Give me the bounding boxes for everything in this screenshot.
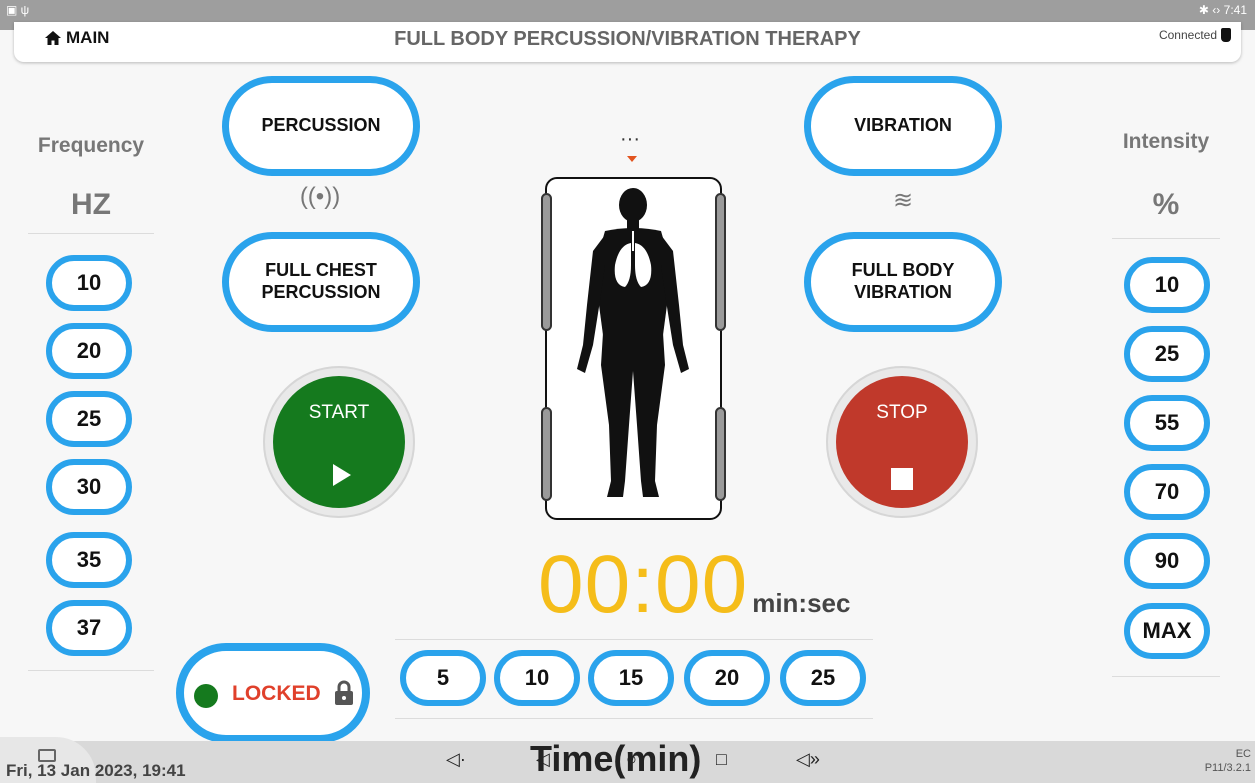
left-upper-pad xyxy=(541,193,552,331)
volume-down-icon[interactable]: ◁· xyxy=(446,749,466,770)
plug-icon xyxy=(1221,28,1231,42)
divider xyxy=(28,670,154,671)
time-min-label: Time(min) xyxy=(530,738,702,779)
stop-button[interactable]: STOP xyxy=(836,376,968,508)
recents-icon[interactable]: □ xyxy=(716,749,727,770)
frequency-title: Frequency xyxy=(37,134,145,157)
full-chest-percussion-button[interactable]: FULL CHEST PERCUSSION xyxy=(222,232,420,332)
intensity-unit: % xyxy=(1152,188,1180,221)
intensity-option-90[interactable]: 90 xyxy=(1124,533,1210,589)
padlock-icon xyxy=(335,680,353,705)
frequency-option-10[interactable]: 10 xyxy=(46,255,132,311)
version-info: EC P11/3.2.1 xyxy=(1205,747,1251,776)
stop-button-wrapper: STOP xyxy=(826,366,978,518)
intensity-title: Intensity xyxy=(1122,130,1210,153)
intensity-option-max[interactable]: MAX xyxy=(1124,603,1210,659)
vibration-icon: ≋ xyxy=(892,187,914,214)
start-button-wrapper: START xyxy=(263,366,415,518)
divider xyxy=(1112,676,1220,677)
frequency-option-20[interactable]: 20 xyxy=(46,323,132,379)
intensity-option-55[interactable]: 55 xyxy=(1124,395,1210,451)
time-option-10[interactable]: 10 xyxy=(494,650,580,706)
lock-label: LOCKED xyxy=(232,682,321,705)
right-upper-pad xyxy=(715,193,726,331)
version-bottom: P11/3.2.1 xyxy=(1204,762,1251,775)
date-time: Fri, 13 Jan 2023, 19:41 xyxy=(6,761,186,780)
divider xyxy=(395,639,873,640)
volume-up-icon[interactable]: ◁» xyxy=(796,749,820,770)
start-button[interactable]: START xyxy=(273,376,405,508)
intensity-option-10[interactable]: 10 xyxy=(1124,257,1210,313)
version-top: EC xyxy=(1235,748,1251,760)
stop-label: STOP xyxy=(876,402,928,423)
vibration-button[interactable]: VIBRATION xyxy=(804,76,1002,176)
timer-unit: min:sec xyxy=(752,588,851,618)
intensity-option-70[interactable]: 70 xyxy=(1124,464,1210,520)
timer-display: 00:00 min:sec xyxy=(538,538,850,632)
connection-status: Connected xyxy=(1159,28,1231,42)
right-lower-pad xyxy=(715,407,726,501)
connection-label: Connected xyxy=(1158,28,1217,42)
time-option-25[interactable]: 25 xyxy=(780,650,866,706)
lock-toggle-button[interactable]: LOCKED xyxy=(176,643,370,743)
lock-status-dot xyxy=(194,684,218,708)
frequency-option-37[interactable]: 37 xyxy=(46,600,132,656)
percussion-button[interactable]: PERCUSSION xyxy=(222,76,420,176)
bluetooth-icon: ✱ ‹› xyxy=(1198,3,1221,17)
status-time: 7:41 xyxy=(1223,3,1247,17)
human-silhouette-icon xyxy=(577,188,689,497)
page-title: FULL BODY PERCUSSION/VIBRATION THERAPY xyxy=(394,28,861,50)
percussion-icon: ((•)) xyxy=(299,183,341,210)
play-icon xyxy=(333,464,351,486)
more-options-icon[interactable]: ··· xyxy=(620,128,640,151)
time-option-5[interactable]: 5 xyxy=(400,650,486,706)
full-body-vibration-button[interactable]: FULL BODY VIBRATION xyxy=(804,232,1002,332)
intensity-option-25[interactable]: 25 xyxy=(1124,326,1210,382)
left-lower-pad xyxy=(541,407,552,501)
time-option-20[interactable]: 20 xyxy=(684,650,770,706)
divider xyxy=(1112,238,1220,239)
time-option-15[interactable]: 15 xyxy=(588,650,674,706)
frequency-option-25[interactable]: 25 xyxy=(46,391,132,447)
body-diagram xyxy=(541,177,726,520)
frequency-unit: HZ xyxy=(71,188,111,221)
status-icons: ▣ ψ xyxy=(6,3,30,17)
caret-down-icon xyxy=(627,156,637,162)
stop-icon xyxy=(891,468,913,490)
start-label: START xyxy=(308,402,370,423)
status-time-area: ✱ ‹› 7:41 xyxy=(1199,3,1247,17)
divider xyxy=(28,233,154,234)
frequency-option-35[interactable]: 35 xyxy=(46,532,132,588)
frequency-option-30[interactable]: 30 xyxy=(46,459,132,515)
header-bar: MAIN FULL BODY PERCUSSION/VIBRATION THER… xyxy=(14,22,1241,62)
divider xyxy=(395,718,873,719)
timer-value: 00:00 xyxy=(538,539,749,630)
